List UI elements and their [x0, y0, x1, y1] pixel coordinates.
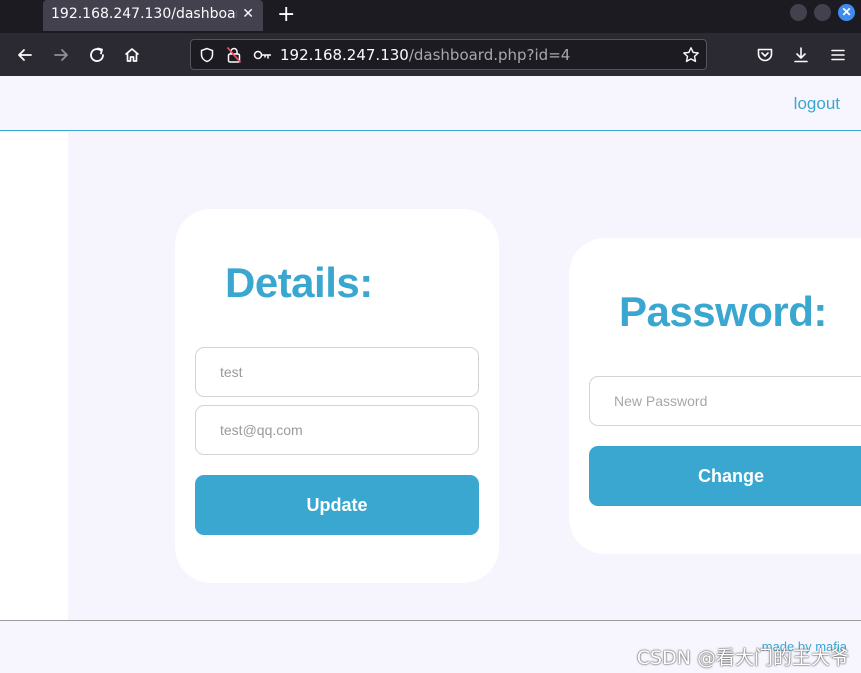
back-arrow-icon[interactable]	[15, 45, 35, 65]
bookmark-star-icon[interactable]	[682, 46, 700, 64]
insecure-lock-icon[interactable]	[226, 46, 242, 64]
tab-title: 192.168.247.130/dashboard.php?id=4	[51, 6, 237, 22]
change-button[interactable]: Change	[589, 446, 861, 506]
shield-icon[interactable]	[199, 47, 215, 63]
url-host: 192.168.247.130	[280, 46, 409, 64]
maximize-window-button[interactable]	[814, 4, 831, 21]
password-card: Password: Change	[569, 238, 861, 554]
menu-icon[interactable]	[828, 45, 848, 65]
new-tab-button[interactable]: +	[277, 2, 295, 27]
csdn-watermark: CSDN @看大门的王大爷	[636, 647, 849, 669]
minimize-window-button[interactable]	[790, 4, 807, 21]
page: logout Details: Update Password: Change …	[0, 76, 861, 673]
details-title: Details:	[225, 259, 373, 306]
update-button[interactable]: Update	[195, 475, 479, 535]
logout-link[interactable]: logout	[794, 94, 840, 114]
forward-arrow-icon[interactable]	[51, 45, 71, 65]
password-title: Password:	[619, 288, 827, 335]
username-field[interactable]	[195, 347, 479, 397]
tab-close-icon[interactable]: ✕	[242, 5, 254, 22]
reload-icon[interactable]	[87, 45, 107, 65]
main-content: Details: Update Password: Change	[68, 132, 861, 620]
details-card: Details: Update	[175, 209, 499, 583]
address-bar[interactable]: 192.168.247.130/dashboard.php?id=4	[190, 39, 707, 70]
browser-tab[interactable]: 192.168.247.130/dashboard.php?id=4 ✕	[43, 0, 263, 31]
close-window-button[interactable]: ✕	[838, 4, 855, 21]
browser-tab-strip: 192.168.247.130/dashboard.php?id=4 ✕ + ✕	[0, 0, 861, 33]
url-path: /dashboard.php?id=4	[408, 46, 571, 64]
browser-navigation-bar: 192.168.247.130/dashboard.php?id=4	[0, 33, 861, 76]
new-password-field[interactable]	[589, 376, 861, 426]
pocket-icon[interactable]	[755, 45, 775, 65]
email-field[interactable]	[195, 405, 479, 455]
page-header: logout	[0, 76, 861, 131]
home-icon[interactable]	[122, 45, 142, 65]
url-text[interactable]: 192.168.247.130/dashboard.php?id=4	[280, 46, 570, 64]
key-icon[interactable]	[253, 48, 273, 62]
downloads-icon[interactable]	[791, 45, 811, 65]
